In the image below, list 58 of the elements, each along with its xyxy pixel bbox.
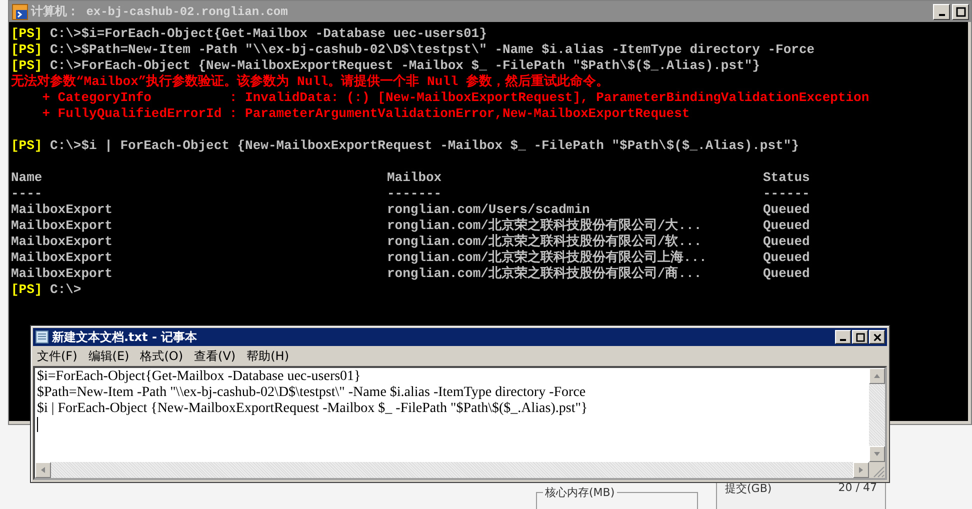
maximize-button[interactable] bbox=[852, 330, 868, 344]
commit-value: 20 / 47 bbox=[838, 481, 877, 496]
table-cell-text: ronglian.com/Users/scadmin bbox=[387, 202, 590, 218]
close-button[interactable] bbox=[869, 330, 885, 344]
table-cell: ronglian.com/北京荣之联科技股份有限公司/商... bbox=[387, 266, 702, 282]
right-arrow-icon[interactable] bbox=[857, 466, 865, 474]
maximize-icon bbox=[956, 6, 966, 16]
left-arrow-icon[interactable] bbox=[39, 466, 47, 474]
commit-label: 提交(GB) bbox=[725, 481, 772, 497]
header-underline: ---- bbox=[11, 186, 42, 202]
menu-item[interactable]: 文件(F) bbox=[37, 348, 78, 364]
command-line: [PS] C:\>$i=ForEach-Object{Get-Mailbox -Database uec-users01} bbox=[11, 26, 487, 42]
error-message: 无法对参数“Mailbox”执行参数验证。该参数为 Null。请提供一个非 Null 参数，然后重试此命令。 bbox=[11, 74, 610, 90]
menu-item[interactable]: 编辑(E) bbox=[88, 348, 130, 364]
down-arrow-icon[interactable] bbox=[873, 450, 881, 458]
close-icon bbox=[872, 332, 882, 342]
command-line: [PS] C:\>$i | ForEach-Object {New-MailboxExportRequest -Mailbox $_ -FilePath "$Path\$($_.Alias).pst"} bbox=[11, 138, 799, 154]
group-label: 核心内存(MB) bbox=[543, 485, 617, 500]
command-line: [PS] C:\>$Path=New-Item -Path "\\ex-bj-cashub-02\D$\testpst\" -Name $i.alias -ItemType directory -Force bbox=[11, 42, 815, 58]
minimize-icon bbox=[938, 14, 944, 16]
table-cell: MailboxExport bbox=[11, 202, 112, 218]
table-cell: Queued bbox=[763, 266, 810, 282]
command-line: [PS] C:\> bbox=[11, 282, 82, 298]
table-cell-text: ronglian.com/北京荣之联科技股份有限公司上海... bbox=[387, 250, 707, 266]
table-cell: Queued bbox=[763, 218, 810, 234]
notepad-icon bbox=[35, 330, 49, 344]
error-detail: + FullyQualifiedErrorId : ParameterArgumentValidationError,New-MailboxExportRequest bbox=[41, 106, 690, 122]
error-detail: + CategoryInfo : InvalidData: (:) [New-MailboxExportRequest], ParameterBindingValidationException bbox=[41, 90, 870, 106]
maximize-icon bbox=[856, 332, 864, 342]
table-cell: MailboxExport bbox=[11, 250, 112, 266]
table-cell: Queued bbox=[763, 234, 810, 250]
table-cell: MailboxExport bbox=[11, 218, 112, 234]
column-header: Name bbox=[11, 170, 42, 186]
table-cell: Queued bbox=[763, 202, 810, 218]
resize-grip-icon[interactable] bbox=[869, 462, 885, 478]
minimize-icon bbox=[840, 339, 846, 341]
command-line: [PS] C:\>ForEach-Object {New-MailboxExportRequest -Mailbox $_ -FilePath "$Path\$($_.Alias).pst"} bbox=[11, 58, 760, 74]
horizontal-scrollbar[interactable] bbox=[35, 462, 869, 478]
up-arrow-icon[interactable] bbox=[873, 372, 881, 380]
console-icon bbox=[12, 4, 28, 20]
maximize-button[interactable] bbox=[952, 4, 969, 20]
column-header: Status bbox=[763, 170, 810, 186]
vertical-scrollbar[interactable] bbox=[869, 368, 885, 462]
table-cell: Queued bbox=[763, 250, 810, 266]
window-title: 计算机： ex-bj-cashub-02.ronglian.com bbox=[31, 4, 288, 20]
header-underline: ------ bbox=[763, 186, 810, 202]
column-header: Mailbox bbox=[387, 170, 442, 186]
table-cell-text: ronglian.com/北京荣之联科技股份有限公司/软... bbox=[387, 234, 702, 250]
table-cell: MailboxExport bbox=[11, 266, 112, 282]
minimize-button[interactable] bbox=[835, 330, 851, 344]
table-cell: MailboxExport bbox=[11, 234, 112, 250]
window-title: 新建文本文档.txt - 记事本 bbox=[52, 328, 198, 346]
menu-item[interactable]: 格式(O) bbox=[140, 348, 184, 364]
table-cell-text: ronglian.com/北京荣之联科技股份有限公司/大... bbox=[387, 218, 702, 234]
menu-item[interactable]: 帮助(H) bbox=[246, 348, 289, 364]
minimize-button[interactable] bbox=[933, 4, 950, 20]
menu-item[interactable]: 查看(V) bbox=[194, 348, 236, 364]
header-underline: ------- bbox=[387, 186, 442, 202]
